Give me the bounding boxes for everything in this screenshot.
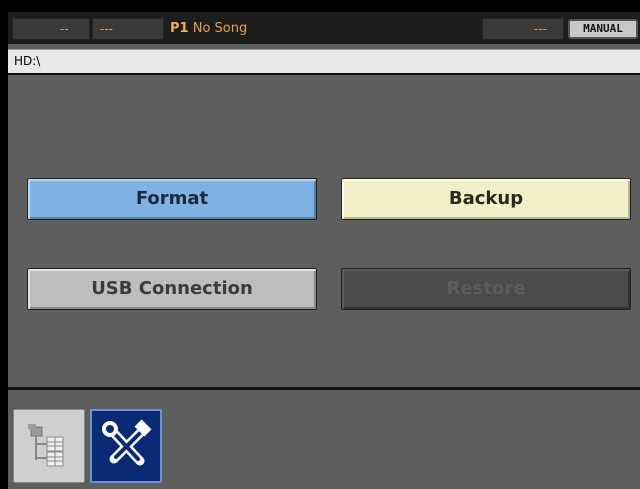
- status-seg2-text: ---: [100, 22, 113, 36]
- path-bar: HD:\: [8, 49, 640, 75]
- current-path: HD:\: [14, 54, 41, 68]
- status-bar: -- --- P1 No Song --- MANUAL: [8, 12, 640, 44]
- tab-file-browser[interactable]: [13, 409, 85, 483]
- status-seg1-text: --: [60, 22, 69, 36]
- tools-icon: [102, 419, 152, 466]
- restore-button[interactable]: Restore: [341, 268, 631, 310]
- file-tree-icon: [28, 424, 64, 467]
- usb-connection-button[interactable]: USB Connection: [27, 268, 317, 310]
- song-name: No Song: [192, 21, 248, 36]
- screen: -- --- P1 No Song --- MANUAL HD:\ Format…: [8, 12, 640, 489]
- bottom-toolbar: [8, 390, 640, 489]
- program-number: P1: [170, 21, 189, 36]
- status-segment-1: [12, 18, 90, 40]
- status-segment-right: [482, 18, 564, 40]
- format-button[interactable]: Format: [27, 178, 317, 220]
- song-title: P1 No Song: [170, 18, 247, 40]
- backup-button[interactable]: Backup: [341, 178, 631, 220]
- tab-utility[interactable]: [90, 409, 162, 483]
- mode-badge[interactable]: MANUAL: [568, 19, 638, 39]
- main-panel: Format Backup USB Connection Restore: [8, 75, 640, 390]
- status-right-text: ---: [534, 22, 547, 36]
